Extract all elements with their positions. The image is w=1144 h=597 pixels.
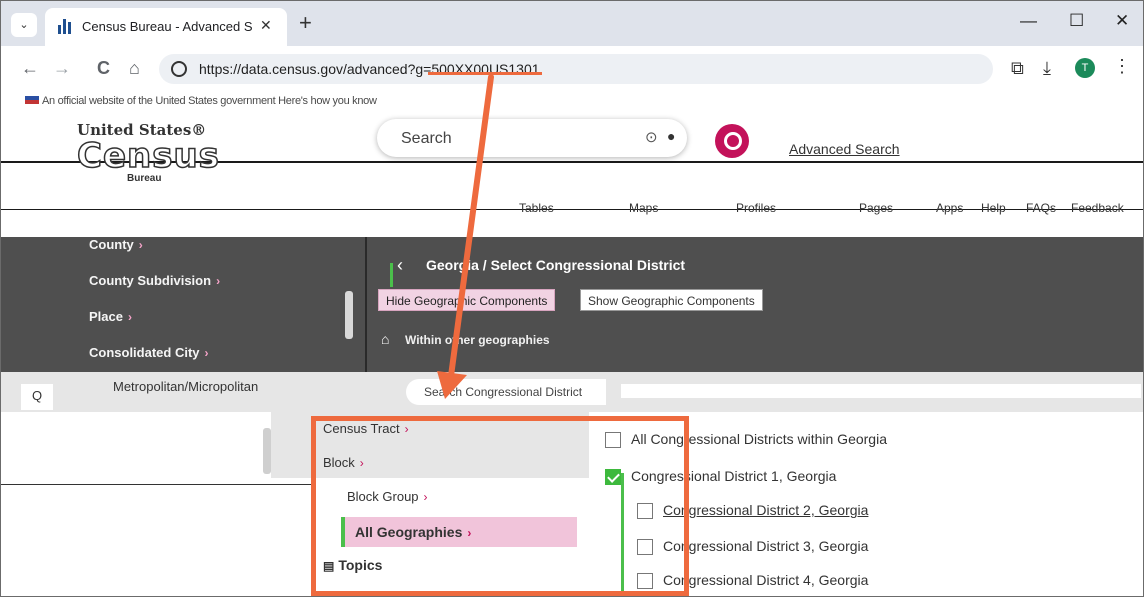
browser-menu-icon[interactable]: ⋮	[1113, 56, 1131, 77]
gov-banner: An official website of the United States…	[25, 95, 545, 107]
show-geographic-components-button[interactable]: Show Geographic Components	[580, 289, 763, 311]
district-search-field[interactable]: Search Congressional District	[406, 379, 606, 405]
site-info-icon[interactable]	[171, 61, 187, 77]
url-annotation-underline	[428, 72, 542, 75]
maximize-button[interactable]: ☐	[1069, 11, 1084, 31]
tab-list-button[interactable]: ⌄	[11, 13, 37, 37]
site-search-box[interactable]: Search ⊙ ●	[377, 119, 687, 157]
back-chevron-icon[interactable]: ‹	[397, 255, 403, 276]
us-flag-icon	[25, 96, 39, 104]
list-scrollbar[interactable]	[345, 291, 353, 339]
top-navigation: Tables Maps Profiles Pages Apps Help FAQ…	[1, 201, 1143, 221]
checkbox-label: Congressional District 4, Georgia	[663, 572, 869, 588]
census-logo[interactable]: United States® Census Bureau	[76, 121, 237, 184]
checkbox-label: Congressional District 3, Georgia	[663, 538, 869, 554]
geo-level-county-subdivision[interactable]: County Subdivision ›	[89, 273, 220, 288]
download-icon[interactable]: ⤓	[1043, 58, 1051, 79]
within-geographies-icon: ⌂	[381, 331, 390, 347]
nav-feedback[interactable]: Feedback	[1071, 201, 1124, 215]
filter-row: Q Metropolitan/Micropolitan Search Congr…	[1, 372, 1143, 412]
nav-help[interactable]: Help	[981, 201, 1006, 215]
gov-banner-text[interactable]: An official website of the United States…	[42, 95, 377, 107]
advanced-search-link[interactable]: Advanced Search	[789, 141, 900, 157]
nav-tables[interactable]: Tables	[519, 201, 554, 215]
nav-maps[interactable]: Maps	[629, 201, 658, 215]
home-button[interactable]: ⌂	[129, 58, 140, 79]
browser-tab-active[interactable]: Census Bureau - Advanced Sear ✕	[45, 8, 287, 46]
nav-faqs[interactable]: FAQs	[1026, 201, 1056, 215]
district-search-strip	[621, 384, 1141, 398]
breadcrumb-title: Georgia / Select Congressional District	[426, 257, 686, 273]
forward-button[interactable]: →	[53, 58, 71, 79]
geography-panel: County › County Subdivision › Place › Conso…	[1, 237, 1143, 372]
address-bar[interactable]: https://data.census.gov/advanced?g=500XX…	[159, 54, 993, 84]
profile-avatar[interactable]: T	[1075, 58, 1095, 78]
nav-profiles[interactable]: Profiles	[736, 201, 776, 215]
geo-level-place[interactable]: Place ›	[89, 309, 132, 324]
list-scrollbar-lower[interactable]	[263, 428, 271, 474]
hide-geographic-components-button[interactable]: Hide Geographic Components	[378, 289, 556, 311]
within-other-geographies-link[interactable]: Within other geographies	[405, 333, 550, 347]
minimize-button[interactable]: —	[1020, 11, 1037, 31]
geo-level-county[interactable]: County ›	[89, 237, 143, 252]
search-icon[interactable]: Q	[21, 384, 53, 410]
browser-window: ⌄ Census Bureau - Advanced Sear ✕ + — ☐ …	[0, 0, 1144, 597]
geo-level-metro[interactable]: Metropolitan/Micropolitan	[113, 379, 258, 394]
back-button[interactable]: ←	[21, 58, 39, 79]
district-search-input[interactable]: Search Congressional District	[424, 385, 582, 399]
microphone-icon[interactable]: ●	[667, 128, 675, 144]
left-divider	[1, 484, 311, 485]
panel-divider	[365, 237, 367, 372]
browser-toolbar: ← → C ⌂ https://data.census.gov/advanced…	[1, 46, 1143, 91]
new-tab-button[interactable]: +	[299, 10, 312, 36]
nav-pages[interactable]: Pages	[859, 201, 893, 215]
checkbox-label: Congressional District 2, Georgia	[663, 502, 869, 518]
geo-level-consolidated-city[interactable]: Consolidated City ›	[89, 345, 209, 360]
reload-button[interactable]: C	[97, 58, 110, 79]
tab-strip: ⌄ Census Bureau - Advanced Sear ✕ + — ☐ …	[1, 1, 1143, 46]
logo-census: Census	[76, 136, 220, 176]
tab-close-icon[interactable]: ✕	[260, 17, 272, 34]
census-favicon-icon	[58, 19, 74, 34]
geo-component-toggle: Hide Geographic Components Show Geograph…	[378, 289, 788, 311]
annotation-highlight-box	[311, 416, 689, 596]
selection-accent	[390, 263, 393, 287]
search-input[interactable]: Search	[401, 130, 452, 148]
extensions-icon[interactable]: ⧉	[1011, 58, 1024, 79]
window-close-button[interactable]: ✕	[1115, 11, 1129, 31]
tab-title: Census Bureau - Advanced Sear	[82, 19, 252, 34]
search-submit-button[interactable]	[715, 124, 749, 158]
location-icon[interactable]: ⊙	[645, 128, 658, 146]
nav-apps[interactable]: Apps	[936, 201, 963, 215]
